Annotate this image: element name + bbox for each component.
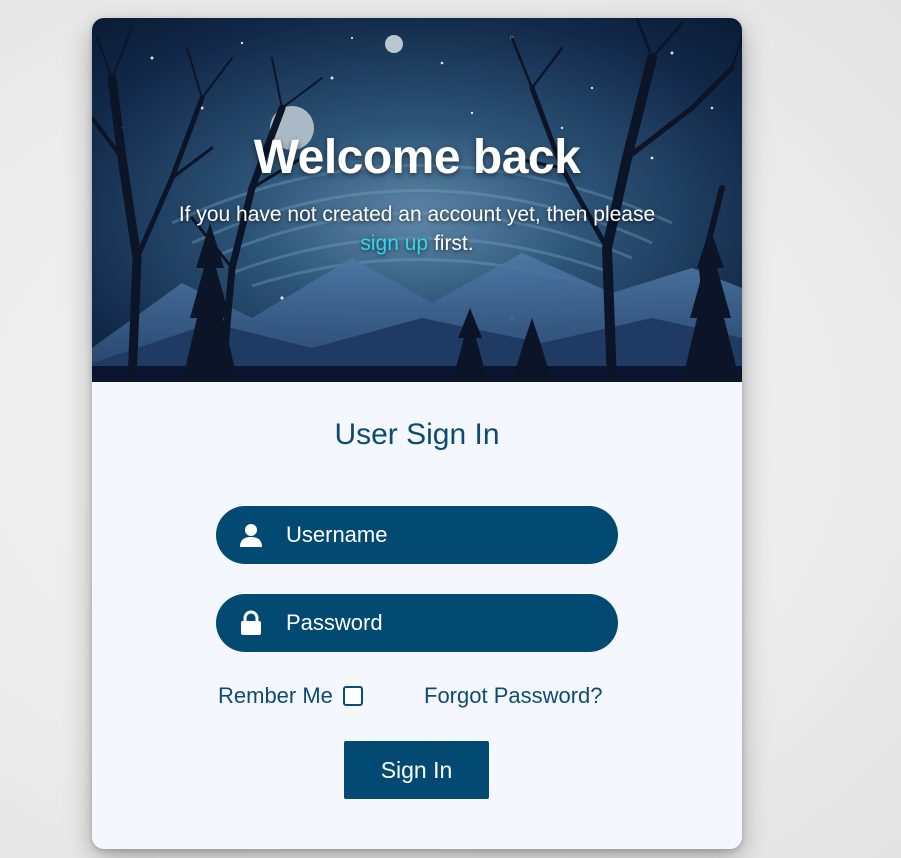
welcome-heading: Welcome back [253, 131, 581, 184]
login-card: Welcome back If you have not created an … [92, 18, 742, 849]
username-field[interactable] [216, 506, 618, 564]
username-input[interactable] [286, 522, 586, 548]
signup-prompt-text: If you have not created an account yet, … [178, 203, 656, 226]
forgot-password-link[interactable]: Forgot Password? [424, 683, 603, 709]
password-input[interactable] [286, 610, 586, 636]
signup-link[interactable]: sign up [360, 232, 428, 255]
remember-me: Rember Me [218, 683, 363, 709]
signup-prompt: If you have not created an account yet, … [172, 200, 662, 258]
lock-icon [241, 610, 261, 635]
remember-me-label: Rember Me [218, 683, 333, 708]
user-icon [240, 524, 262, 547]
signup-prompt-end: first. [428, 232, 474, 255]
sign-in-button[interactable]: Sign In [344, 741, 489, 799]
password-field[interactable] [216, 594, 618, 652]
hero-banner: Welcome back If you have not created an … [92, 18, 742, 382]
remember-me-checkbox[interactable] [342, 686, 363, 706]
form-title: User Sign In [334, 418, 500, 451]
